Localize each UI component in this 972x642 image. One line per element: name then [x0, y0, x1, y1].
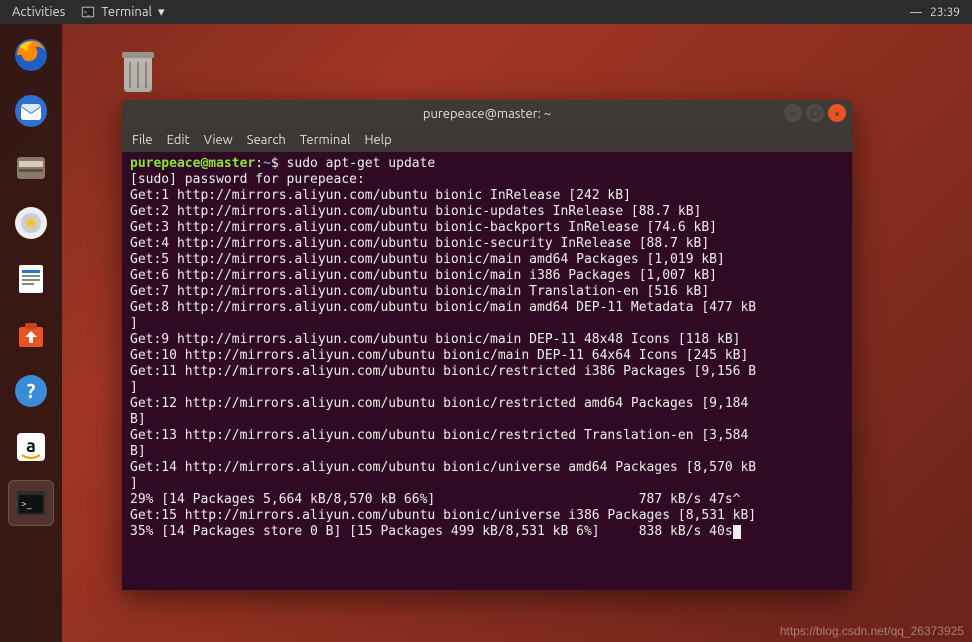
dock-firefox[interactable]	[8, 32, 54, 78]
menu-help[interactable]: Help	[364, 133, 391, 147]
activities-button[interactable]: Activities	[12, 5, 65, 19]
dock-thunderbird[interactable]	[8, 88, 54, 134]
terminal-output[interactable]: purepeace@master:~$ sudo apt-get update …	[122, 152, 852, 544]
window-maximize-button[interactable]: ▢	[806, 104, 824, 122]
menu-edit[interactable]: Edit	[167, 133, 190, 147]
dock-rhythmbox[interactable]	[8, 200, 54, 246]
app-menu-label: Terminal	[101, 5, 152, 19]
cursor	[733, 525, 741, 539]
svg-text:?: ?	[27, 379, 36, 402]
network-icon[interactable]: —	[910, 6, 922, 19]
clock[interactable]: 23:39	[930, 6, 960, 19]
menu-file[interactable]: File	[132, 133, 153, 147]
terminal-window: purepeace@master: ~ – ▢ × File Edit View…	[122, 100, 852, 590]
window-close-button[interactable]: ×	[828, 104, 846, 122]
svg-text:>_: >_	[21, 498, 32, 509]
launcher-dock: ? a >_	[0, 24, 62, 642]
menu-terminal[interactable]: Terminal	[300, 133, 351, 147]
dock-software[interactable]	[8, 312, 54, 358]
menu-search[interactable]: Search	[247, 133, 286, 147]
watermark: https://blog.csdn.net/qq_26373925	[780, 624, 964, 638]
prompt-path: ~	[263, 156, 271, 171]
terminal-small-icon: >_	[81, 5, 95, 19]
chevron-down-icon: ▾	[158, 5, 165, 20]
window-title: purepeace@master: ~	[423, 107, 551, 121]
terminal-menubar: File Edit View Search Terminal Help	[122, 128, 852, 152]
menu-view[interactable]: View	[204, 133, 233, 147]
trash-icon	[116, 46, 160, 96]
top-panel: Activities >_ Terminal ▾ — 23:39	[0, 0, 972, 24]
dock-files[interactable]	[8, 144, 54, 190]
prompt-user: purepeace@master	[130, 156, 255, 171]
svg-text:a: a	[26, 436, 36, 456]
dock-libreoffice-writer[interactable]	[8, 256, 54, 302]
command-text: sudo apt-get update	[287, 156, 436, 171]
window-titlebar[interactable]: purepeace@master: ~ – ▢ ×	[122, 100, 852, 128]
terminal-lines: [sudo] password for purepeace: Get:1 htt…	[130, 172, 756, 539]
dock-terminal[interactable]: >_	[8, 480, 54, 526]
dock-help[interactable]: ?	[8, 368, 54, 414]
window-minimize-button[interactable]: –	[784, 104, 802, 122]
dock-amazon[interactable]: a	[8, 424, 54, 470]
app-menu[interactable]: >_ Terminal ▾	[81, 5, 164, 20]
svg-text:>_: >_	[84, 9, 91, 16]
